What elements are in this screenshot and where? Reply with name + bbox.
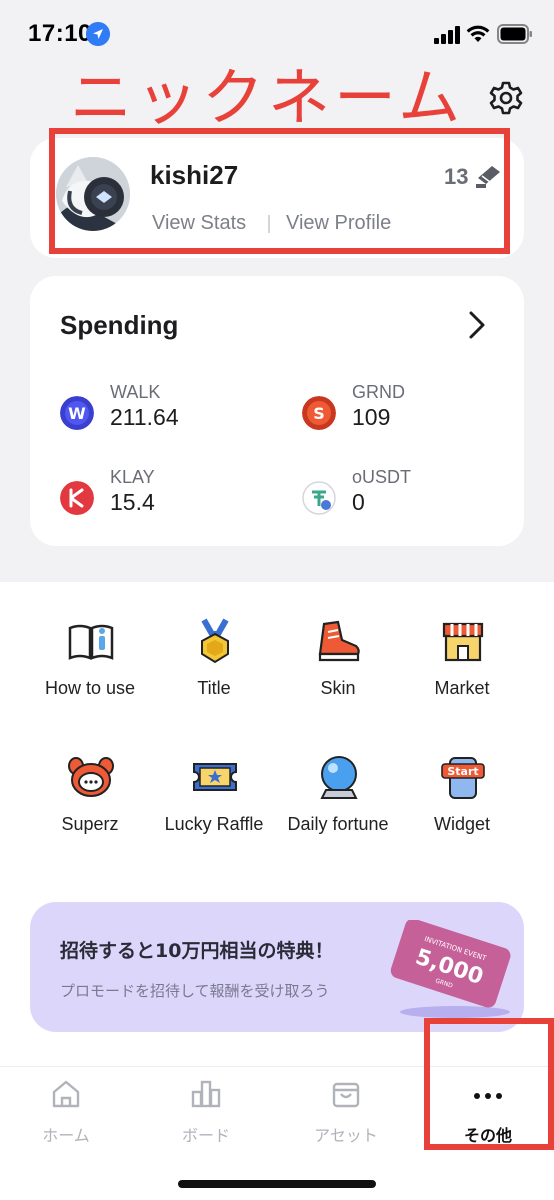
token-value: 211.64 bbox=[110, 404, 179, 430]
menu-daily-fortune[interactable]: Daily fortune bbox=[278, 754, 398, 864]
banner-title: 招待すると10万円相当の特典！ bbox=[60, 940, 334, 962]
tab-label: ホーム bbox=[42, 1126, 90, 1145]
phone-widget-icon: Start bbox=[441, 757, 485, 799]
home-indicator[interactable] bbox=[178, 1180, 376, 1188]
book-icon bbox=[68, 624, 114, 660]
spending-title: Spending bbox=[60, 310, 179, 340]
battery-icon bbox=[497, 24, 532, 44]
klay-token-icon bbox=[60, 481, 94, 515]
token-value: 15.4 bbox=[110, 489, 155, 515]
status-time: 17:10 bbox=[28, 20, 92, 47]
wifi-icon bbox=[466, 25, 490, 42]
tab-label: ボード bbox=[181, 1126, 230, 1145]
highlight-frame-more-tab bbox=[424, 1018, 554, 1150]
token-value: 0 bbox=[352, 489, 365, 515]
menu-superz[interactable]: Superz bbox=[30, 754, 150, 864]
walk-token-icon: W bbox=[60, 396, 94, 430]
svg-text:Start: Start bbox=[447, 765, 478, 778]
cellular-signal-icon bbox=[434, 26, 460, 44]
medal-icon bbox=[201, 618, 229, 664]
invitation-ticket-image: INVITATION EVENT 5,000 GRND bbox=[390, 920, 511, 1018]
shop-icon bbox=[442, 622, 484, 662]
menu-how-to-use[interactable]: How to use bbox=[30, 618, 150, 728]
menu-label: Widget bbox=[433, 814, 491, 834]
token-value: 109 bbox=[352, 404, 391, 430]
tab-board[interactable]: ボード bbox=[146, 1078, 266, 1148]
token-name: oUSDT bbox=[352, 467, 412, 487]
banner-subtitle: プロモードを招待して報酬を受け取ろう bbox=[60, 982, 330, 1000]
status-bar: 17:10 bbox=[0, 0, 554, 66]
nickname-annotation: ニックネーム bbox=[70, 61, 465, 134]
menu-lucky-raffle[interactable]: Lucky Raffle bbox=[154, 754, 274, 864]
menu-widget[interactable]: Start Widget bbox=[402, 754, 522, 864]
tab-assets[interactable]: アセット bbox=[286, 1078, 406, 1148]
ousdt-token-icon bbox=[302, 481, 336, 515]
menu-market[interactable]: Market bbox=[402, 618, 522, 728]
menu-label: Market bbox=[434, 678, 490, 698]
menu-title[interactable]: Title bbox=[154, 618, 274, 728]
sneaker-icon bbox=[318, 620, 360, 662]
token-name: GRND bbox=[352, 382, 405, 402]
invite-banner[interactable]: 招待すると10万円相当の特典！ プロモードを招待して報酬を受け取ろう INVIT… bbox=[30, 902, 524, 1032]
tab-label: アセット bbox=[314, 1126, 378, 1145]
crystal-ball-icon bbox=[320, 756, 358, 799]
tab-home[interactable]: ホーム bbox=[6, 1078, 126, 1148]
grnd-token-icon: S bbox=[302, 396, 336, 430]
svg-text:W: W bbox=[68, 404, 86, 423]
token-name: KLAY bbox=[110, 467, 155, 487]
highlight-frame-profile bbox=[49, 128, 510, 254]
wallet-icon bbox=[332, 1082, 360, 1108]
bar-board-icon bbox=[191, 1080, 221, 1108]
ticket-icon bbox=[193, 763, 237, 791]
svg-text:S: S bbox=[313, 404, 325, 423]
home-icon bbox=[52, 1080, 80, 1108]
location-arrow-icon bbox=[86, 22, 110, 46]
superz-icon bbox=[68, 757, 114, 797]
token-name: WALK bbox=[110, 382, 161, 402]
settings-gear-icon[interactable] bbox=[488, 80, 524, 116]
chevron-right-icon[interactable] bbox=[466, 310, 488, 340]
menu-skin[interactable]: Skin bbox=[278, 618, 398, 728]
